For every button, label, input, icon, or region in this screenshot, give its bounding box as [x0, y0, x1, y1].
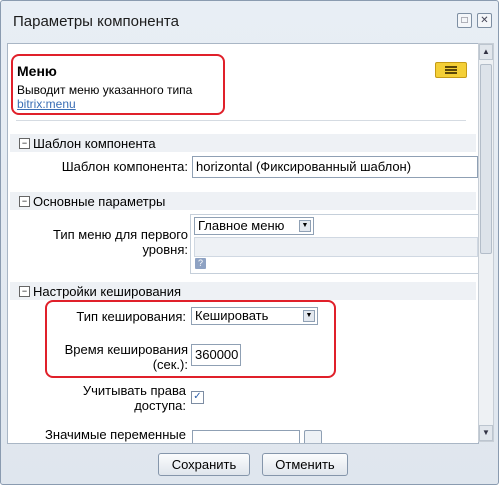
- template-label: Шаблон компонента:: [61, 159, 188, 174]
- collapse-icon[interactable]: −: [19, 196, 30, 207]
- chevron-down-icon[interactable]: ▼: [303, 310, 315, 322]
- access-label-line1: Учитывать права: [82, 383, 186, 398]
- template-field[interactable]: horizontal (Фиксированный шаблон): [192, 156, 478, 178]
- dialog-window: Параметры компонента □ ✕ Меню Выводит ме…: [0, 0, 499, 485]
- access-checkbox[interactable]: ✓: [191, 391, 204, 404]
- title-bar[interactable]: Параметры компонента □ ✕: [1, 1, 498, 43]
- scroll-down-icon[interactable]: ▼: [479, 425, 493, 441]
- menu-type-value: Главное меню: [198, 218, 285, 233]
- vars-label: Значимые переменные: [45, 427, 186, 442]
- section-header-basic[interactable]: − Основные параметры: [10, 192, 476, 210]
- dialog-content: Меню Выводит меню указанного типа bitrix…: [7, 43, 479, 444]
- section-header-cache[interactable]: − Настройки кеширования: [10, 282, 476, 300]
- section-header-template[interactable]: − Шаблон компонента: [10, 134, 476, 152]
- vars-field[interactable]: [192, 430, 300, 443]
- section-title-basic: Основные параметры: [33, 194, 166, 209]
- collapse-icon[interactable]: −: [19, 286, 30, 297]
- cache-type-value: Кешировать: [195, 308, 269, 323]
- vertical-scrollbar[interactable]: ▲ ▼: [478, 43, 494, 442]
- section-title-template: Шаблон компонента: [33, 136, 156, 151]
- scroll-up-icon[interactable]: ▲: [479, 44, 493, 60]
- section-title-cache: Настройки кеширования: [33, 284, 182, 299]
- cancel-button[interactable]: Отменить: [262, 453, 348, 476]
- menu-type-label-line2: уровня:: [142, 242, 188, 257]
- menu-type-label-line1: Тип меню для первого: [53, 227, 188, 242]
- component-menu-icon[interactable]: [435, 62, 467, 78]
- cache-type-select[interactable]: Кешировать ▼: [191, 307, 318, 325]
- close-icon[interactable]: ✕: [477, 13, 492, 28]
- highlight-component-info: [11, 54, 225, 115]
- help-icon[interactable]: ?: [195, 258, 206, 269]
- cache-time-field[interactable]: 360000: [191, 344, 241, 366]
- save-button[interactable]: Сохранить: [158, 453, 250, 476]
- menu-type-select[interactable]: Главное меню ▼: [194, 217, 314, 235]
- vars-add-button[interactable]: [304, 430, 322, 443]
- divider: [16, 120, 466, 121]
- collapse-icon[interactable]: −: [19, 138, 30, 149]
- cache-time-label-line2: (сек.):: [152, 357, 188, 372]
- chevron-down-icon[interactable]: ▼: [299, 220, 311, 232]
- access-label-line2: доступа:: [134, 398, 186, 413]
- cache-type-label: Тип кеширования:: [76, 309, 186, 324]
- maximize-icon[interactable]: □: [457, 13, 472, 28]
- menu-type-custom-field[interactable]: [194, 237, 478, 257]
- dialog-title: Параметры компонента: [13, 13, 179, 30]
- cache-time-label-line1: Время кеширования: [64, 342, 188, 357]
- scroll-thumb[interactable]: [480, 64, 492, 254]
